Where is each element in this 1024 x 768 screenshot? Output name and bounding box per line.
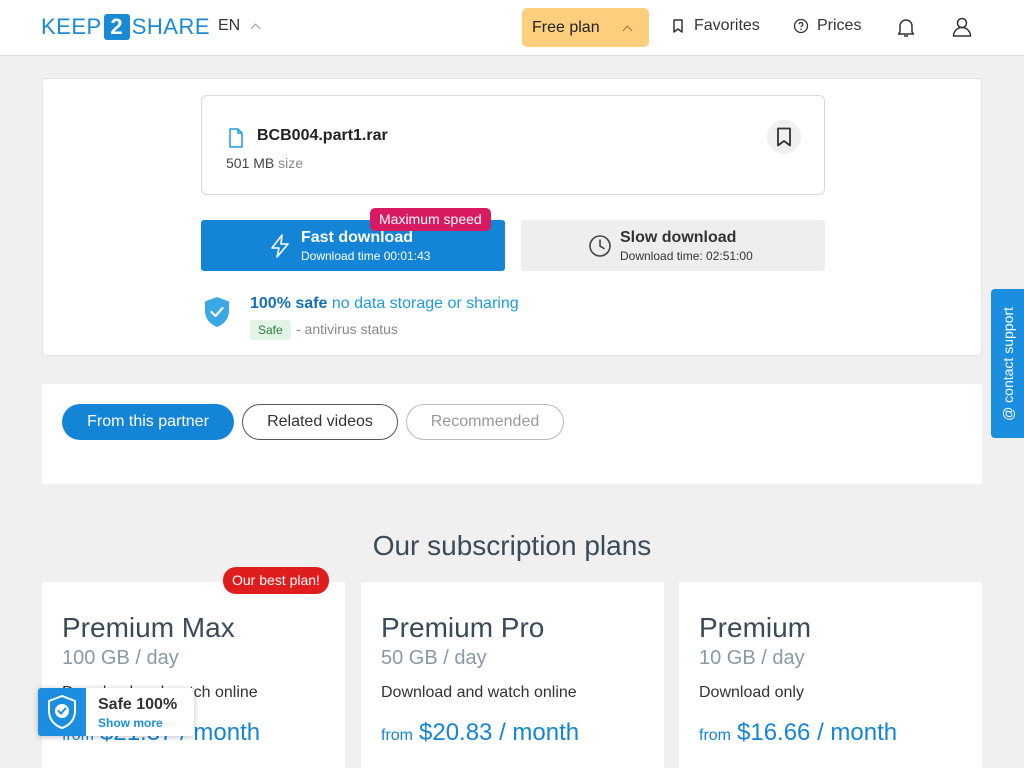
logo[interactable]: KEEP 2 SHARE <box>41 14 210 40</box>
file-size: 501 MB size <box>226 155 303 171</box>
contact-support-tab[interactable]: @ contact support <box>991 289 1024 438</box>
file-info-box: BCB004.part1.rar 501 MB size <box>201 95 825 195</box>
plan-price-from: from <box>699 727 731 744</box>
shield-check-icon <box>205 297 229 327</box>
prices-label: Prices <box>817 17 862 34</box>
help-circle-icon <box>793 18 809 34</box>
logo-number: 2 <box>103 14 130 40</box>
plan-price-value: $20.83 / month <box>419 719 580 746</box>
safe-widget-title: Safe 100% <box>98 696 178 713</box>
favorites-link[interactable]: Favorites <box>670 17 760 35</box>
plan-quota: 10 GB / day <box>699 647 805 669</box>
plan-price: from $20.83 / month <box>381 719 579 747</box>
plan-price-from: from <box>381 727 413 744</box>
shield-check-icon <box>38 688 86 736</box>
plan-button-label: Free plan <box>532 18 600 36</box>
logo-text-keep: KEEP <box>41 14 102 39</box>
plan-quota: 100 GB / day <box>62 647 179 669</box>
plan-price-value: $16.66 / month <box>737 719 898 746</box>
prices-link[interactable]: Prices <box>793 17 861 35</box>
bookmark-icon <box>673 19 683 33</box>
safe-100-widget[interactable]: Safe 100% Show more <box>38 688 194 736</box>
chevron-up-icon <box>250 23 261 33</box>
safety-text: no data storage or sharing <box>331 295 519 312</box>
favorites-label: Favorites <box>694 17 760 34</box>
plan-card-premium[interactable]: Premium 10 GB / day Download only from $1… <box>679 582 982 768</box>
safety-strong: 100% safe <box>250 295 328 312</box>
user-profile-icon[interactable] <box>950 15 974 39</box>
language-selector[interactable]: EN <box>218 17 261 35</box>
safety-statement: 100% safe no data storage or sharing <box>250 295 519 313</box>
fast-download-time: Download time 00:01:43 <box>301 249 431 263</box>
plans-section-title: Our subscription plans <box>372 530 652 561</box>
max-speed-badge: Maximum speed <box>370 208 491 231</box>
file-size-label: size <box>278 155 304 171</box>
lightning-icon <box>271 234 289 258</box>
clock-icon <box>589 235 611 257</box>
best-plan-badge: Our best plan! <box>223 567 329 594</box>
plan-card-premium-pro[interactable]: Premium Pro 50 GB / day Download and wat… <box>361 582 664 768</box>
add-favorite-button[interactable] <box>767 120 801 154</box>
tab-related-videos[interactable]: Related videos <box>242 404 398 440</box>
notification-bell-icon[interactable] <box>894 15 918 39</box>
fast-download-title: Fast download <box>301 229 413 246</box>
plan-description: Download only <box>699 684 804 701</box>
plan-dropdown-button[interactable]: Free plan <box>522 8 649 47</box>
plan-description: Download and watch online <box>381 684 577 701</box>
plan-name: Premium <box>699 612 812 643</box>
contact-support-label: @ contact support <box>999 306 1016 421</box>
slow-download-button[interactable]: Slow download Download time: 02:51:00 <box>521 220 825 271</box>
antivirus-safe-badge: Safe <box>250 320 291 340</box>
plan-name: Premium Max <box>62 612 235 643</box>
file-icon <box>229 128 243 148</box>
plan-price: from $16.66 / month <box>699 719 897 747</box>
slow-download-title: Slow download <box>620 229 737 246</box>
file-size-value: 501 MB <box>226 155 275 171</box>
tab-recommended[interactable]: Recommended <box>406 404 564 440</box>
file-name: BCB004.part1.rar <box>257 127 388 144</box>
plan-name: Premium Pro <box>381 612 545 643</box>
language-label: EN <box>218 17 241 34</box>
top-header: KEEP 2 SHARE EN Free plan Favorites Pric… <box>0 0 1024 56</box>
content-tabs-card: From this partner Related videos Recomme… <box>42 384 982 484</box>
logo-text-share: SHARE <box>131 14 210 39</box>
chevron-up-icon <box>622 25 633 36</box>
plan-quota: 50 GB / day <box>381 647 487 669</box>
tab-from-this-partner[interactable]: From this partner <box>62 404 234 440</box>
antivirus-status-text: - antivirus status <box>296 321 398 337</box>
file-download-card: BCB004.part1.rar 501 MB size Fast downlo… <box>42 78 982 356</box>
bookmark-icon <box>777 127 791 147</box>
slow-download-time: Download time: 02:51:00 <box>620 249 753 263</box>
show-more-link[interactable]: Show more <box>98 716 163 730</box>
plan-card-premium-max[interactable]: Premium Max 100 GB / day Download and wa… <box>42 582 345 768</box>
